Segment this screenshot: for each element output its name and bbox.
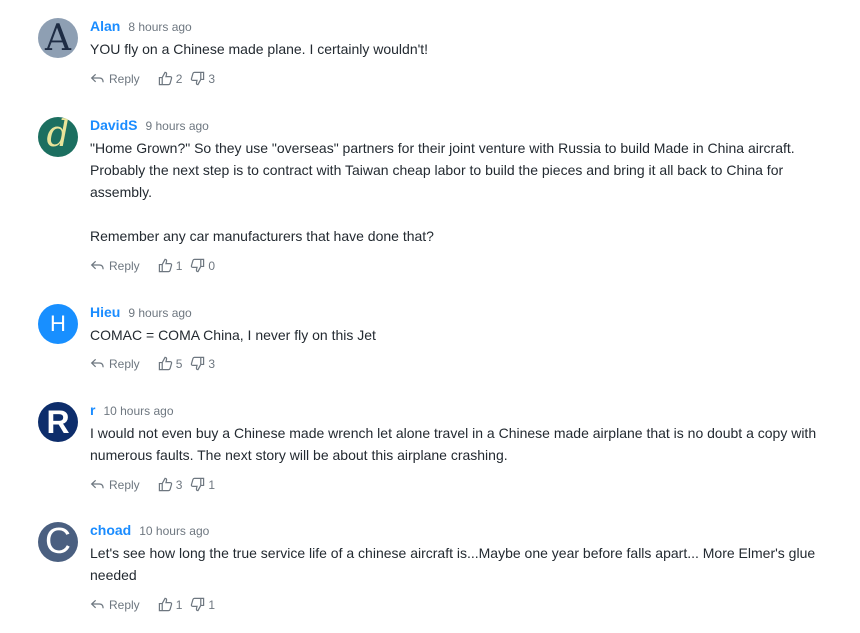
reply-icon [90, 358, 104, 368]
avatar-letter: d [46, 117, 70, 155]
comment-item: R r 10 hours ago I would not even buy a C… [0, 402, 860, 497]
reply-label: Reply [109, 356, 140, 371]
comment-meta: Hieu 9 hours ago [90, 304, 192, 322]
dislike-count: 1 [208, 477, 216, 492]
dislike-button[interactable]: 1 [190, 477, 223, 492]
like-count: 2 [175, 71, 183, 86]
reply-button[interactable]: Reply [90, 356, 158, 371]
reply-button[interactable]: Reply [90, 597, 158, 612]
comment-text: "Home Grown?" So they use "overseas" par… [90, 140, 795, 200]
reply-label: Reply [109, 71, 140, 86]
comment-actions: Reply 1 0 [90, 258, 223, 273]
comment-author[interactable]: DavidS [90, 117, 137, 133]
like-button[interactable]: 3 [158, 477, 191, 492]
reply-icon [90, 599, 104, 609]
comment-meta: choad 10 hours ago [90, 522, 209, 540]
comment-actions: Reply 3 1 [90, 477, 223, 492]
comment-author[interactable]: r [90, 402, 95, 418]
like-button[interactable]: 1 [158, 597, 191, 612]
like-button[interactable]: 2 [158, 71, 191, 86]
reply-button[interactable]: Reply [90, 258, 158, 273]
comment-actions: Reply 1 1 [90, 597, 223, 612]
comment-text: Let's see how long the true service life… [90, 545, 816, 583]
avatar-letter: R [46, 404, 70, 440]
dislike-button[interactable]: 1 [190, 597, 223, 612]
comment-item: d DavidS 9 hours ago "Home Grown?" So the… [0, 117, 860, 277]
dislike-count: 3 [208, 71, 216, 86]
like-count: 3 [175, 477, 183, 492]
comment-item: C choad 10 hours ago Let's see how long t… [0, 522, 860, 622]
like-button[interactable]: 1 [158, 258, 191, 273]
like-count: 5 [175, 356, 183, 371]
comment-timestamp: 10 hours ago [139, 524, 210, 538]
reply-label: Reply [109, 597, 140, 612]
thumbs-up-icon [158, 356, 172, 371]
thumbs-down-icon [191, 71, 205, 86]
comment-body: I would not even buy a Chinese made wren… [90, 422, 830, 466]
comment-timestamp: 9 hours ago [145, 119, 209, 133]
dislike-count: 3 [208, 356, 216, 371]
comment-actions: Reply 2 3 [90, 71, 223, 86]
avatar-letter: A [45, 18, 71, 58]
dislike-button[interactable]: 0 [190, 258, 223, 273]
comment-body: Let's see how long the true service life… [90, 542, 830, 586]
avatar-letter: H [50, 311, 66, 336]
comment-text: I would not even buy a Chinese made wren… [90, 425, 817, 463]
comment-body: "Home Grown?" So they use "overseas" par… [90, 137, 830, 247]
comment-meta: r 10 hours ago [90, 402, 174, 420]
comment-author[interactable]: Alan [90, 18, 120, 34]
comment-actions: Reply 5 3 [90, 356, 223, 371]
reply-label: Reply [109, 477, 140, 492]
reply-button[interactable]: Reply [90, 71, 158, 86]
avatar[interactable]: A [38, 18, 78, 58]
like-count: 1 [175, 258, 183, 273]
reply-icon [90, 479, 104, 489]
comment-text: Remember any car manufacturers that have… [90, 228, 434, 244]
comment-body: COMAC = COMA China, I never fly on this … [90, 324, 830, 346]
thumbs-down-icon [191, 356, 205, 371]
avatar[interactable]: H [38, 304, 78, 344]
reply-label: Reply [109, 258, 140, 273]
like-count: 1 [175, 597, 183, 612]
comment-body: YOU fly on a Chinese made plane. I certa… [90, 38, 830, 60]
avatar[interactable]: C [38, 522, 78, 562]
thumbs-up-icon [158, 477, 172, 492]
thumbs-down-icon [191, 477, 205, 492]
comment-timestamp: 8 hours ago [128, 20, 192, 34]
thumbs-down-icon [191, 258, 205, 273]
dislike-count: 1 [208, 597, 216, 612]
avatar[interactable]: d [38, 117, 78, 157]
comment-item: H Hieu 9 hours ago COMAC = COMA China, I … [0, 304, 860, 374]
reply-icon [90, 73, 104, 83]
avatar[interactable]: R [38, 402, 78, 442]
comment-text: YOU fly on a Chinese made plane. I certa… [90, 41, 429, 57]
comment-meta: DavidS 9 hours ago [90, 117, 209, 135]
comment-item: A Alan 8 hours ago YOU fly on a Chinese m… [0, 18, 860, 98]
dislike-count: 0 [208, 258, 216, 273]
comment-author[interactable]: choad [90, 522, 131, 538]
dislike-button[interactable]: 3 [190, 356, 223, 371]
comment-timestamp: 10 hours ago [103, 404, 174, 418]
thumbs-up-icon [158, 258, 172, 273]
thumbs-up-icon [158, 597, 172, 612]
comment-meta: Alan 8 hours ago [90, 18, 192, 36]
avatar-letter: C [45, 522, 71, 561]
reply-button[interactable]: Reply [90, 477, 158, 492]
comment-text: COMAC = COMA China, I never fly on this … [90, 327, 376, 343]
thumbs-down-icon [191, 597, 205, 612]
thumbs-up-icon [158, 71, 172, 86]
dislike-button[interactable]: 3 [190, 71, 223, 86]
comment-timestamp: 9 hours ago [128, 306, 192, 320]
like-button[interactable]: 5 [158, 356, 191, 371]
reply-icon [90, 260, 104, 270]
comment-author[interactable]: Hieu [90, 304, 120, 320]
